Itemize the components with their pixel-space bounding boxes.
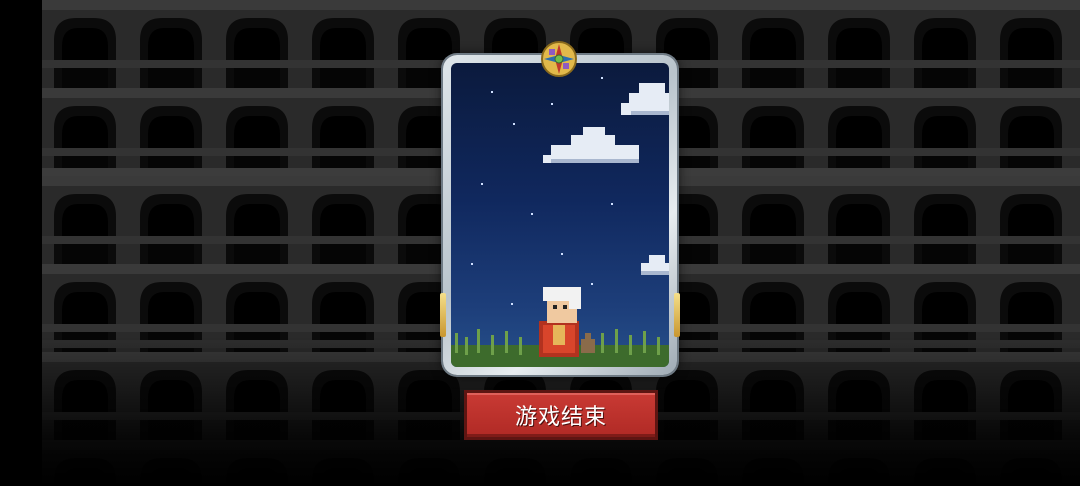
card-gold-trim-left	[440, 293, 446, 337]
game-over-button-label: 游戏结束	[514, 405, 607, 430]
game-over-screen: 游戏结束	[0, 0, 1080, 486]
card-gold-trim-right	[674, 293, 680, 337]
compass-emblem-icon	[541, 41, 577, 77]
hero-sprite	[539, 287, 595, 357]
game-over-button[interactable]: 游戏结束	[464, 390, 658, 440]
character-card	[440, 55, 680, 375]
card-artwork	[451, 63, 669, 367]
night-sky-scene	[451, 77, 669, 367]
